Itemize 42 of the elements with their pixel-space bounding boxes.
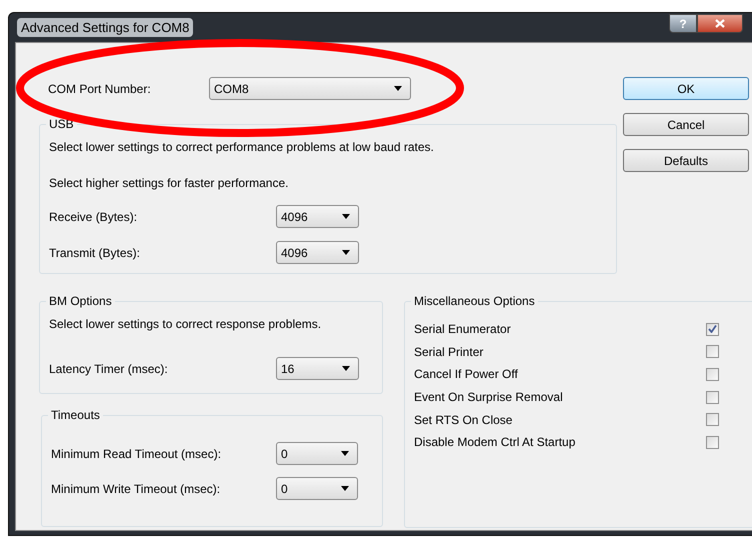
dropdown[interactable]: 4096 bbox=[276, 241, 359, 264]
caret-icon bbox=[341, 486, 349, 491]
close-button[interactable] bbox=[697, 14, 743, 33]
dropdown[interactable]: 16 bbox=[276, 357, 359, 380]
checkbox[interactable] bbox=[706, 368, 719, 381]
group-title: BM Options bbox=[46, 293, 115, 309]
caret-icon bbox=[394, 86, 402, 91]
option-label: Event On Surprise Removal bbox=[414, 389, 564, 406]
caret-icon bbox=[341, 451, 349, 456]
field-label: Receive (Bytes): bbox=[49, 208, 138, 226]
dialog-button[interactable]: OK bbox=[623, 77, 749, 100]
dialog-button[interactable]: Defaults bbox=[623, 149, 749, 172]
field-label: Minimum Read Timeout (msec): bbox=[51, 446, 222, 462]
window-title: Advanced Settings for COM8 bbox=[17, 18, 194, 38]
caret-icon bbox=[342, 366, 350, 371]
option-label: Disable Modem Ctrl At Startup bbox=[414, 434, 576, 452]
checkbox[interactable] bbox=[706, 436, 719, 449]
dropdown[interactable]: 0 bbox=[276, 442, 358, 465]
caret-icon bbox=[342, 214, 350, 219]
option-label: Cancel If Power Off bbox=[414, 366, 519, 384]
option-label: Set RTS On Close bbox=[414, 412, 514, 429]
option-label: Serial Printer bbox=[414, 344, 484, 361]
close-icon bbox=[715, 19, 725, 28]
field-label: Latency Timer (msec): bbox=[49, 360, 169, 378]
group-note: Select higher settings for faster performance. bbox=[49, 175, 290, 192]
dropdown[interactable]: 4096 bbox=[276, 205, 359, 228]
group-note: Select lower settings to correct performance problems at low baud rates. bbox=[49, 139, 435, 156]
dropdown[interactable]: COM8 bbox=[209, 77, 411, 100]
checkbox[interactable] bbox=[706, 345, 719, 358]
field-label: Minimum Write Timeout (msec): bbox=[51, 480, 222, 498]
checkbox[interactable] bbox=[706, 322, 719, 336]
checkbox[interactable] bbox=[706, 390, 719, 404]
checkbox[interactable] bbox=[706, 413, 719, 426]
field-label: COM Port Number: bbox=[47, 80, 152, 98]
check-icon bbox=[708, 325, 717, 334]
group-note: Select lower settings to correct response problems. bbox=[49, 316, 322, 333]
field-label: Transmit (Bytes): bbox=[49, 244, 141, 262]
group-title: Miscellaneous Options bbox=[411, 293, 538, 309]
dialog-button[interactable]: Cancel bbox=[623, 113, 749, 136]
dropdown[interactable]: 0 bbox=[276, 477, 358, 500]
option-label: Serial Enumerator bbox=[414, 321, 512, 338]
caret-icon bbox=[342, 250, 350, 255]
